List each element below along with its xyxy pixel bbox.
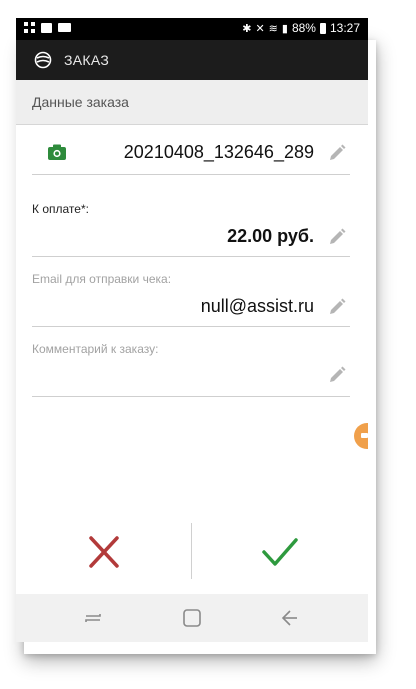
payment-row: К оплате*: 22.00 руб. [32,194,350,257]
bluetooth-icon: ✱ [242,22,252,35]
video-icon [58,23,71,32]
payment-label: К оплате*: [32,202,89,216]
navigation-bar [16,594,368,642]
edit-payment-pencil-icon[interactable] [328,228,346,246]
signal-icon: ▮ [281,22,288,35]
edit-order-id-pencil-icon[interactable] [328,144,346,162]
wifi-icon: ≋ [268,22,278,35]
cancel-button[interactable] [76,530,132,574]
home-icon[interactable] [181,608,203,628]
edit-email-pencil-icon[interactable] [328,298,346,316]
order-id: 20210408_132646_289 [123,142,314,162]
app-bar: ЗАКАЗ [16,40,368,80]
recent-apps-icon[interactable] [82,608,104,628]
camera-icon[interactable] [48,144,66,160]
assist-logo-icon [34,51,52,69]
edit-comment-pencil-icon[interactable] [328,366,346,384]
close-icon [89,536,119,568]
status-left-icons [24,22,71,33]
status-right-icons: ✱ ✕ ≋ ▮ 88% 13:27 [242,21,360,35]
comment-row[interactable]: Комментарий к заказу: [32,336,350,397]
order-id-row: 20210408_132646_289 [32,136,350,175]
grid-icon [24,22,35,33]
mute-icon: ✕ [255,22,265,35]
floating-side-tab[interactable] [354,423,368,449]
battery-percent: 88% [291,21,316,35]
email-row[interactable]: Email для отправки чека: null@assist.ru [32,264,350,327]
comment-label: Комментарий к заказу: [32,342,159,356]
email-value[interactable]: null@assist.ru [201,296,314,317]
section-header: Данные заказа [16,80,368,125]
check-icon [262,538,298,566]
email-label: Email для отправки чека: [32,272,172,286]
image-icon [41,22,52,33]
payment-value: 22.00 руб. [227,226,314,246]
battery-icon [319,22,326,34]
app-title: ЗАКАЗ [64,52,110,68]
section-title: Данные заказа [32,94,129,110]
status-bar: ✱ ✕ ≋ ▮ 88% 13:27 [16,18,368,40]
action-divider [191,523,192,579]
screenshot-page: ✱ ✕ ≋ ▮ 88% 13:27 ЗАКАЗ Данные заказа 20… [0,0,416,689]
phone-screen: ✱ ✕ ≋ ▮ 88% 13:27 ЗАКАЗ Данные заказа 20… [16,18,368,642]
back-icon[interactable] [278,608,300,628]
status-time: 13:27 [329,21,360,35]
confirm-button[interactable] [252,530,308,574]
